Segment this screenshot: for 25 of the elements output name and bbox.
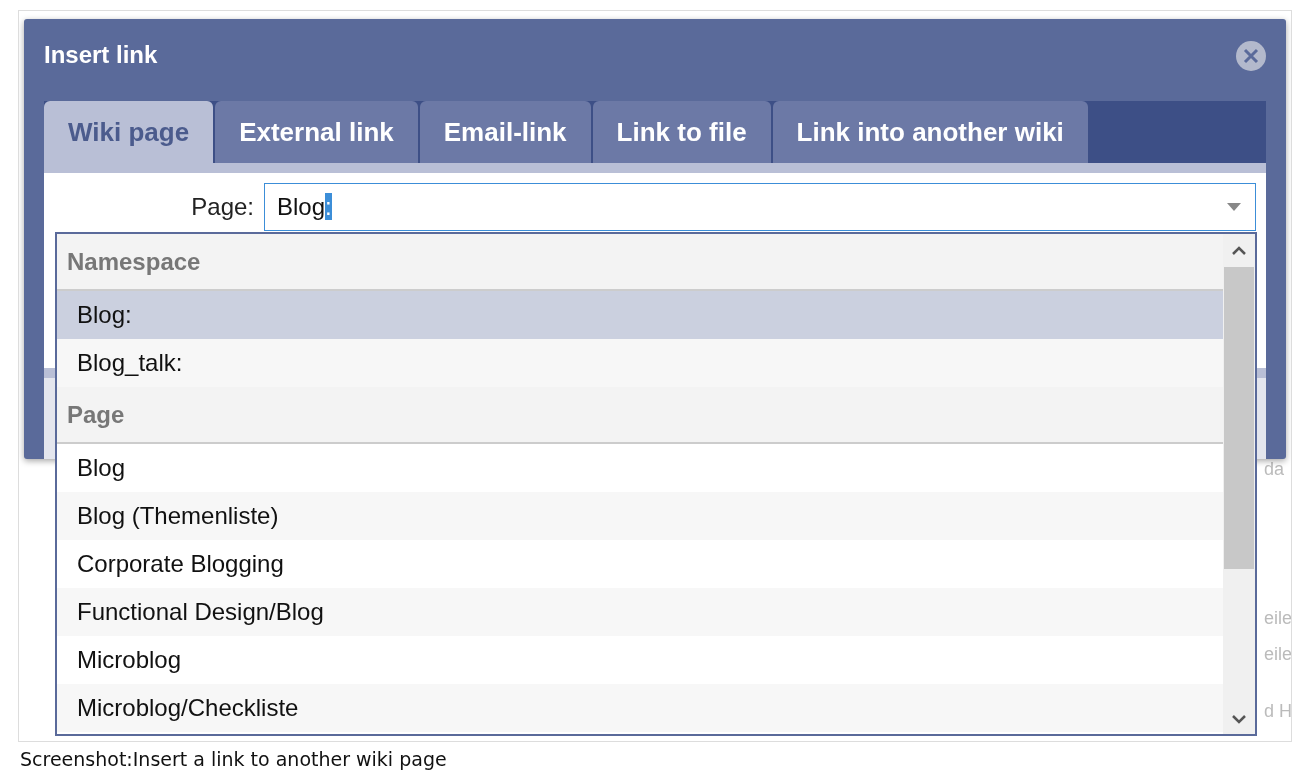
page-combo-field[interactable]: Blog: — [264, 183, 1256, 231]
figure-caption: Screenshot:Insert a link to another wiki page — [20, 748, 447, 770]
scrollbar[interactable] — [1223, 234, 1255, 734]
tab[interactable]: External link — [215, 101, 418, 163]
background-text: eile — [1264, 644, 1291, 665]
scroll-up-icon[interactable] — [1232, 246, 1246, 255]
tab[interactable]: Email-link — [419, 101, 591, 163]
group-heading: Namespace — [57, 234, 1223, 291]
field-label: Page: — [190, 193, 255, 221]
tab[interactable]: Link into another wiki — [772, 101, 1088, 163]
suggestion-item[interactable]: Blog_talk: — [57, 339, 1223, 387]
background-text: eile — [1264, 608, 1291, 629]
background-text: d H — [1264, 701, 1291, 722]
background-text: da — [1264, 459, 1285, 480]
scroll-down-icon[interactable] — [1232, 715, 1246, 724]
suggestion-item[interactable]: Microblog/Checkliste — [57, 684, 1223, 732]
caret-icon[interactable] — [1227, 203, 1241, 211]
close-icon[interactable] — [1236, 41, 1266, 71]
suggestion-item[interactable]: Blog (Themenliste) — [57, 492, 1223, 540]
tab[interactable]: Wiki page — [44, 101, 214, 163]
group-heading: Page — [57, 387, 1223, 444]
suggestion-item[interactable]: Blog: — [57, 291, 1223, 339]
dialog-title: Insert link — [44, 41, 158, 69]
suggestion-item[interactable]: Functional Design/Blog — [57, 588, 1223, 636]
tab[interactable]: Link to file — [592, 101, 771, 163]
